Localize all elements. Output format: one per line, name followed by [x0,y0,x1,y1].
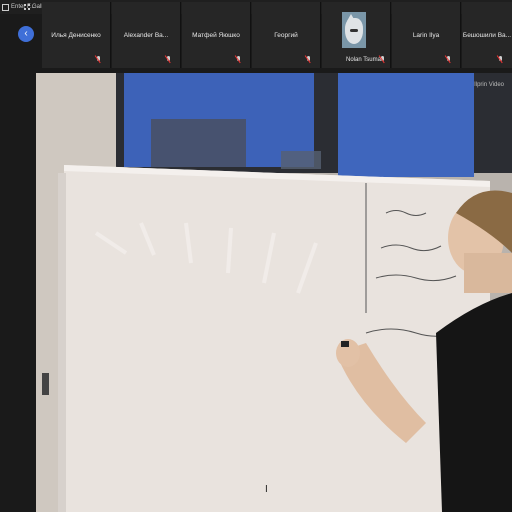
chevron-left-icon[interactable]: ‹ [18,26,34,42]
participant-name: Larin Ilya [412,32,440,39]
participant-tile[interactable]: Илья Денисенко [42,2,111,68]
main-video [36,73,512,512]
mic-muted-icon [444,55,452,64]
fullscreen-icon [2,3,9,11]
video-frame [36,73,512,512]
participant-name: Бешошили Ва... [462,32,512,39]
text-cursor-icon: I [265,484,268,495]
mic-muted-icon [164,55,172,64]
participant-tile[interactable]: Nolan Tsuma [322,2,391,68]
grid-icon [24,4,30,10]
mic-muted-icon [234,55,242,64]
mic-muted-icon [94,55,102,64]
participant-name: Alexander Ba... [123,32,169,39]
participant-name: Георгий [274,32,298,39]
participant-tile[interactable]: Larin Ilya [392,2,461,68]
participant-strip: Enter F... Gallery View ‹ Илья Денисенко… [0,0,512,70]
mic-muted-icon [304,55,312,64]
participant-name: Nolan Tsuma [346,57,381,63]
mic-muted-icon [378,55,386,64]
participant-tile[interactable]: Alexander Ba... [112,2,181,68]
participant-name: Илья Денисенко [51,32,101,39]
participant-tile[interactable]: Георгий [252,2,321,68]
participant-tile[interactable]: Бешошили Ва... [462,2,512,68]
video-label: Ilprin Video [474,82,504,88]
participant-name: Матфей Яюшко [192,32,240,39]
avatar [342,12,366,48]
mic-muted-icon [496,55,504,64]
participant-tile[interactable]: Матфей Яюшко [182,2,251,68]
